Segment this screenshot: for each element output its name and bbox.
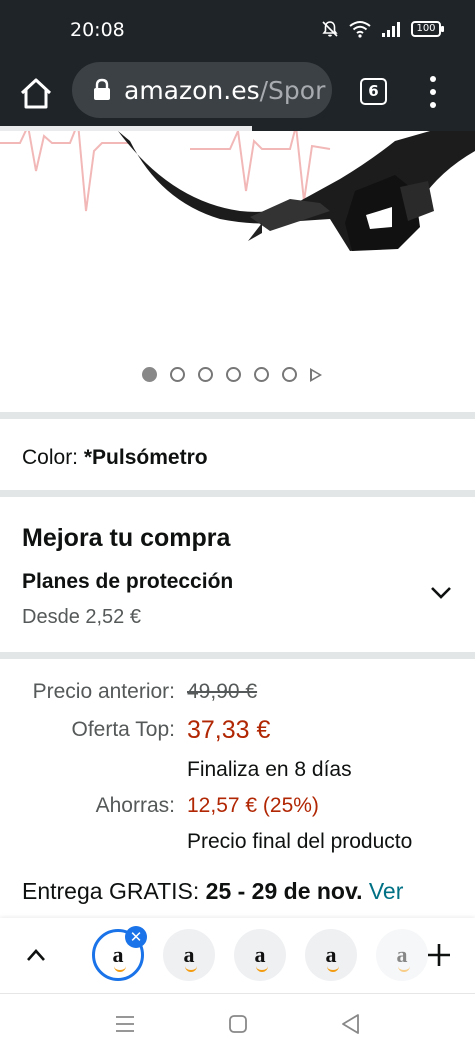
url-text: amazon.es/Spor (124, 76, 325, 105)
color-value: *Pulsómetro (83, 446, 208, 469)
status-bar: 20:08 100 (0, 0, 475, 62)
system-navigation-bar (0, 993, 475, 1056)
battery-icon: 100 (411, 21, 444, 37)
pagination-dot[interactable] (254, 367, 269, 382)
delivery-details-link[interactable]: Ver (369, 878, 404, 904)
protection-plans-title[interactable]: Planes de protección (22, 570, 233, 594)
tab-thumbnail[interactable]: a (376, 929, 428, 981)
image-pagination-dots[interactable] (142, 367, 322, 382)
pagination-dot[interactable] (282, 367, 297, 382)
url-path: /Spor (259, 75, 326, 105)
section-divider (0, 490, 475, 497)
delivery-info: Entrega GRATIS: 25 - 29 de nov. Ver (22, 878, 403, 905)
delivery-dates: 25 - 29 de nov. (205, 878, 363, 904)
address-bar[interactable]: amazon.es/Spor (72, 62, 332, 118)
section-divider (0, 412, 475, 419)
previous-price-value: 49,90 € (187, 680, 258, 703)
lock-icon (94, 78, 110, 100)
tab-thumbnail[interactable]: a (163, 929, 215, 981)
signal-icon (382, 22, 400, 37)
amazon-logo-icon: a (396, 942, 410, 972)
tab-thumbnail-current[interactable]: a ✕ (92, 926, 147, 981)
tab-thumbnail[interactable]: a (234, 929, 286, 981)
pagination-dot[interactable] (170, 367, 185, 382)
savings-label: Ahorras: (95, 794, 175, 817)
deal-ends-text: Finaliza en 8 días (187, 758, 352, 781)
deal-label: Oferta Top: (71, 718, 175, 741)
next-image-icon[interactable] (310, 367, 322, 382)
product-photo (0, 131, 475, 251)
color-label: Color: (22, 446, 79, 469)
amazon-logo-icon: a (325, 942, 339, 972)
new-tab-icon[interactable] (427, 943, 451, 967)
section-divider (0, 652, 475, 659)
final-price-note: Precio final del producto (187, 830, 413, 853)
tab-strip: a ✕ a a a a (0, 918, 475, 993)
upgrade-title: Mejora tu compra (22, 524, 231, 552)
product-image[interactable] (0, 131, 475, 361)
recents-icon[interactable] (114, 1014, 136, 1034)
delivery-prefix: Entrega GRATIS: (22, 878, 200, 904)
chevron-down-icon[interactable] (430, 583, 452, 603)
deal-price-value: 37,33 € (187, 716, 271, 744)
color-selection: Color: *Pulsómetro (22, 446, 208, 470)
pagination-dot[interactable] (142, 367, 157, 382)
overflow-menu-icon[interactable] (422, 76, 444, 108)
bell-muted-icon (322, 21, 338, 37)
pagination-dot[interactable] (198, 367, 213, 382)
chevron-up-icon[interactable] (26, 948, 46, 962)
savings-value: 12,57 € (25%) (187, 794, 319, 817)
amazon-logo-icon: a (254, 942, 268, 972)
status-icons: 100 (321, 20, 444, 38)
tab-thumbnail[interactable]: a (305, 929, 357, 981)
home-icon[interactable] (18, 76, 54, 112)
wifi-icon (349, 21, 371, 38)
browser-toolbar: amazon.es/Spor 6 (0, 62, 475, 130)
url-domain: amazon.es (124, 75, 260, 105)
status-time: 20:08 (70, 19, 125, 41)
tab-switcher-button[interactable]: 6 (360, 78, 387, 105)
previous-price-label: Precio anterior: (32, 680, 175, 703)
amazon-logo-icon: a (183, 942, 197, 972)
back-icon[interactable] (340, 1013, 360, 1035)
amazon-logo-icon: a (112, 942, 126, 972)
pagination-dot[interactable] (226, 367, 241, 382)
close-tab-icon[interactable]: ✕ (125, 926, 147, 948)
home-nav-icon[interactable] (228, 1014, 248, 1034)
protection-plans-price: Desde 2,52 € (22, 606, 141, 628)
